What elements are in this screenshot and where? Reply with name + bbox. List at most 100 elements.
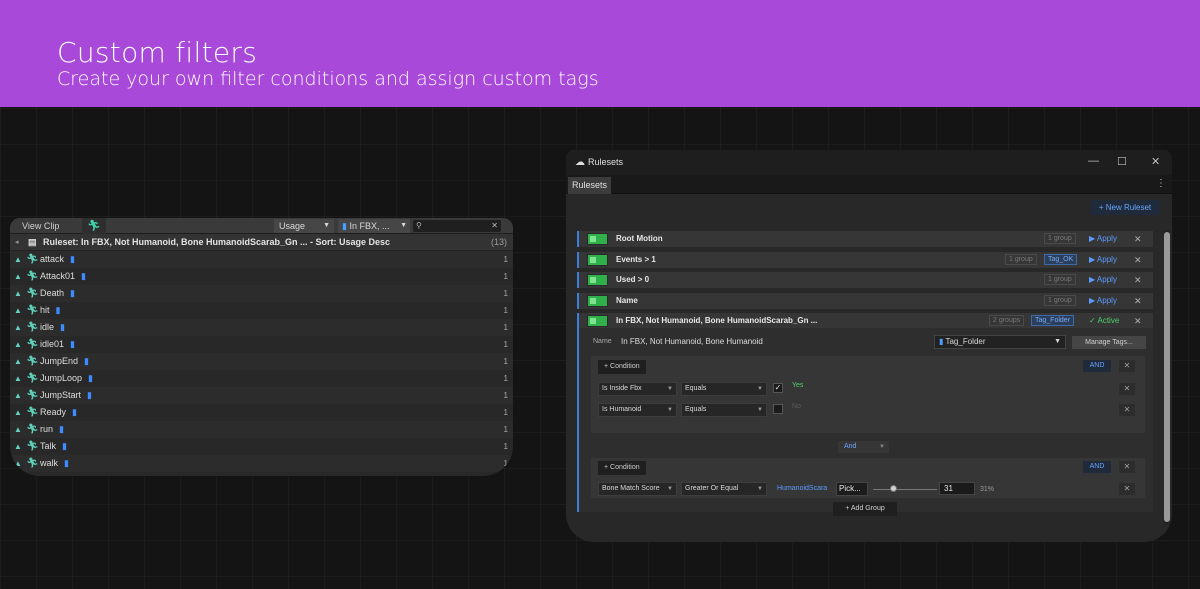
clip-list-item[interactable]: ▲ 🏃︎ attack ▮ 1 (10, 251, 513, 268)
new-ruleset-button[interactable]: + New Ruleset (1090, 200, 1160, 215)
condition-field-dropdown[interactable]: Is Humanoid ▼ (598, 403, 677, 417)
humanoid-icon: 🏃︎ (26, 322, 39, 333)
clip-list-item[interactable]: ▲ 🏃︎ idle01 ▮ 1 (10, 336, 513, 353)
clip-list-item[interactable]: ▲ 🏃︎ JumpEnd ▮ 1 (10, 353, 513, 370)
value-checkbox[interactable]: ✓ (773, 383, 783, 393)
collapse-icon[interactable]: ◂ (15, 234, 19, 251)
chevron-down-icon: ▼ (667, 407, 673, 413)
close-window-icon[interactable]: ✕ (1151, 155, 1160, 168)
file-icon: ▮ (72, 407, 77, 417)
chevron-down-icon: ▼ (757, 486, 763, 492)
ruleset-enable-toggle[interactable] (587, 295, 608, 307)
ruleset-enable-toggle[interactable] (587, 315, 608, 327)
search-input[interactable]: ⚲ ✕ (413, 220, 501, 232)
score-slider-track[interactable] (873, 489, 937, 490)
clip-list-item[interactable]: ▲ 🏃︎ Attack01 ▮ 1 (10, 268, 513, 285)
remove-ruleset-icon[interactable]: ✕ (1134, 231, 1142, 247)
window-titlebar[interactable]: ☁ Rulesets — ☐ ✕ (566, 150, 1172, 175)
ruleset-editor: Name In FBX, Not Humanoid, Bone Humanoid… (577, 328, 1153, 516)
minimize-icon[interactable]: — (1088, 155, 1099, 167)
remove-condition-icon[interactable]: ✕ (1119, 483, 1135, 495)
clip-list-item[interactable]: ▲ 🏃︎ run ▮ 1 (10, 421, 513, 438)
clip-name-text: walk (40, 458, 59, 468)
animation-clip-icon: ▲ (14, 272, 22, 281)
clear-search-icon[interactable]: ✕ (491, 220, 498, 232)
add-condition-button[interactable]: + Condition (598, 360, 646, 374)
clip-list-item[interactable]: ▲ 🏃︎ JumpLoop ▮ 1 (10, 370, 513, 387)
object-reference-link[interactable]: HumanoidScara (777, 485, 827, 492)
condition-operator-dropdown[interactable]: Equals ▼ (681, 382, 767, 396)
clip-list-item[interactable]: ▲ 🏃︎ idle ▮ 1 (10, 319, 513, 336)
remove-ruleset-icon[interactable]: ✕ (1134, 313, 1142, 329)
ruleset-name: Events > 1 (616, 255, 656, 264)
condition-operator-dropdown[interactable]: Equals ▼ (681, 403, 767, 417)
apply-button[interactable]: ▶ Apply (1089, 272, 1117, 288)
humanoid-filter-icon[interactable]: 🏃︎ (82, 218, 106, 234)
ruleset-row[interactable]: Events > 1 1 group Tag_OK ▶ Apply ✕ (577, 252, 1153, 268)
and-operator-button[interactable]: AND (1083, 461, 1111, 473)
tag-folder-value: Tag_Folder (945, 337, 986, 346)
clip-name: Ready ▮ (40, 404, 77, 421)
score-number-input[interactable]: 31 (939, 482, 975, 495)
remove-ruleset-icon[interactable]: ✕ (1134, 293, 1142, 309)
ruleset-enable-toggle[interactable] (587, 233, 608, 245)
add-condition-button[interactable]: + Condition (598, 461, 646, 475)
remove-group-icon[interactable]: ✕ (1119, 360, 1135, 372)
ruleset-name-field[interactable]: In FBX, Not Humanoid, Bone Humanoid (621, 335, 771, 349)
humanoid-icon: 🏃︎ (26, 373, 39, 384)
apply-button[interactable]: ▶ Apply (1089, 252, 1117, 268)
humanoid-icon: 🏃︎ (26, 441, 39, 452)
ruleset-label: Ruleset: In FBX, Not Humanoid, Bone Huma… (43, 237, 391, 247)
apply-button[interactable]: ▶ Apply (1089, 293, 1117, 309)
and-operator-button[interactable]: AND (1083, 360, 1111, 372)
clip-list-item[interactable]: ▲ 🏃︎ walk ▮ 1 (10, 455, 513, 472)
ruleset-header-row[interactable]: ◂ ▤ Ruleset: In FBX, Not Humanoid, Bone … (10, 234, 513, 251)
value-checkbox[interactable] (773, 404, 783, 414)
condition-operator-dropdown[interactable]: Greater Or Equal ▼ (681, 482, 767, 496)
clip-list-item[interactable]: ▲ 🏃︎ JumpStart ▮ 1 (10, 387, 513, 404)
ruleset-filter-dropdown[interactable]: ▮ In FBX, ... ▼ (338, 219, 410, 233)
ruleset-name: Used > 0 (616, 275, 650, 284)
chevron-down-icon: ▼ (757, 407, 763, 413)
group-combinator-dropdown[interactable]: And ▼ (838, 441, 889, 453)
clip-list-item[interactable]: ▲ 🏃︎ hit ▮ 1 (10, 302, 513, 319)
file-icon: ▮ (70, 288, 75, 298)
condition-field-dropdown[interactable]: Is Inside Fbx ▼ (598, 382, 677, 396)
more-options-icon[interactable]: ⋮ (1156, 178, 1166, 189)
tab-bar: Rulesets ⋮ (566, 175, 1172, 194)
ruleset-enable-toggle[interactable] (587, 274, 608, 286)
clip-list-item[interactable]: ▲ 🏃︎ Talk ▮ 1 (10, 438, 513, 455)
clip-list-item[interactable]: ▲ 🏃︎ Death ▮ 1 (10, 285, 513, 302)
score-slider-handle[interactable] (889, 485, 897, 492)
ruleset-row[interactable]: Used > 0 1 group ▶ Apply ✕ (577, 272, 1153, 288)
animation-clip-icon: ▲ (14, 408, 22, 417)
remove-condition-icon[interactable]: ✕ (1119, 404, 1135, 416)
add-group-button[interactable]: + Add Group (833, 502, 897, 516)
ruleset-row[interactable]: In FBX, Not Humanoid, Bone HumanoidScara… (577, 313, 1153, 329)
animation-clip-icon: ▲ (14, 374, 22, 383)
scrollbar-thumb[interactable] (1164, 232, 1170, 522)
condition-field-dropdown[interactable]: Bone Match Score ▼ (598, 482, 677, 496)
clip-usage-count: 1 (503, 408, 508, 417)
tab-rulesets[interactable]: Rulesets (568, 177, 612, 194)
maximize-icon[interactable]: ☐ (1117, 155, 1127, 168)
clip-list-item[interactable]: ▲ 🏃︎ Ready ▮ 1 (10, 404, 513, 421)
manage-tags-button[interactable]: Manage Tags... (1072, 336, 1146, 349)
humanoid-icon: 🏃︎ (26, 339, 39, 350)
animation-clip-icon: ▲ (14, 340, 22, 349)
clip-name: hit ▮ (40, 302, 60, 319)
remove-ruleset-icon[interactable]: ✕ (1134, 272, 1142, 288)
apply-button[interactable]: ▶ Apply (1089, 231, 1117, 247)
humanoid-icon: 🏃︎ (26, 424, 39, 435)
usage-sort-dropdown[interactable]: Usage ▼ (274, 219, 334, 233)
ruleset-row[interactable]: Root Motion 1 group ▶ Apply ✕ (577, 231, 1153, 247)
remove-ruleset-icon[interactable]: ✕ (1134, 252, 1142, 268)
clip-name: idle ▮ (40, 319, 65, 336)
remove-group-icon[interactable]: ✕ (1119, 461, 1135, 473)
tag-folder-dropdown[interactable]: ▮ Tag_Folder ▼ (934, 335, 1066, 349)
clip-usage-count: 1 (503, 289, 508, 298)
pick-button[interactable]: Pick... (836, 482, 868, 496)
ruleset-row[interactable]: Name 1 group ▶ Apply ✕ (577, 293, 1153, 309)
ruleset-enable-toggle[interactable] (587, 254, 608, 266)
remove-condition-icon[interactable]: ✕ (1119, 383, 1135, 395)
